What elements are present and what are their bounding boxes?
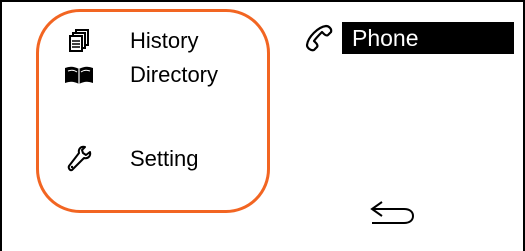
- history-icon: [62, 26, 96, 56]
- wrench-icon: [62, 144, 96, 174]
- back-button[interactable]: [364, 198, 416, 228]
- page-title: Phone: [342, 22, 514, 54]
- menu-item-history[interactable]: History: [62, 26, 198, 56]
- menu-item-directory[interactable]: Directory: [62, 60, 218, 90]
- menu-item-directory-label: Directory: [130, 62, 219, 87]
- menu-item-setting-label: Setting: [130, 146, 199, 171]
- phone-screen: History Directory Setting Phone: [0, 0, 525, 251]
- back-arrow-icon: [364, 201, 416, 232]
- phone-header: Phone: [304, 22, 514, 54]
- menu-item-history-label: History: [130, 28, 199, 53]
- menu-item-setting[interactable]: Setting: [62, 144, 199, 174]
- book-icon: [62, 60, 96, 90]
- phone-handset-icon: [304, 23, 334, 53]
